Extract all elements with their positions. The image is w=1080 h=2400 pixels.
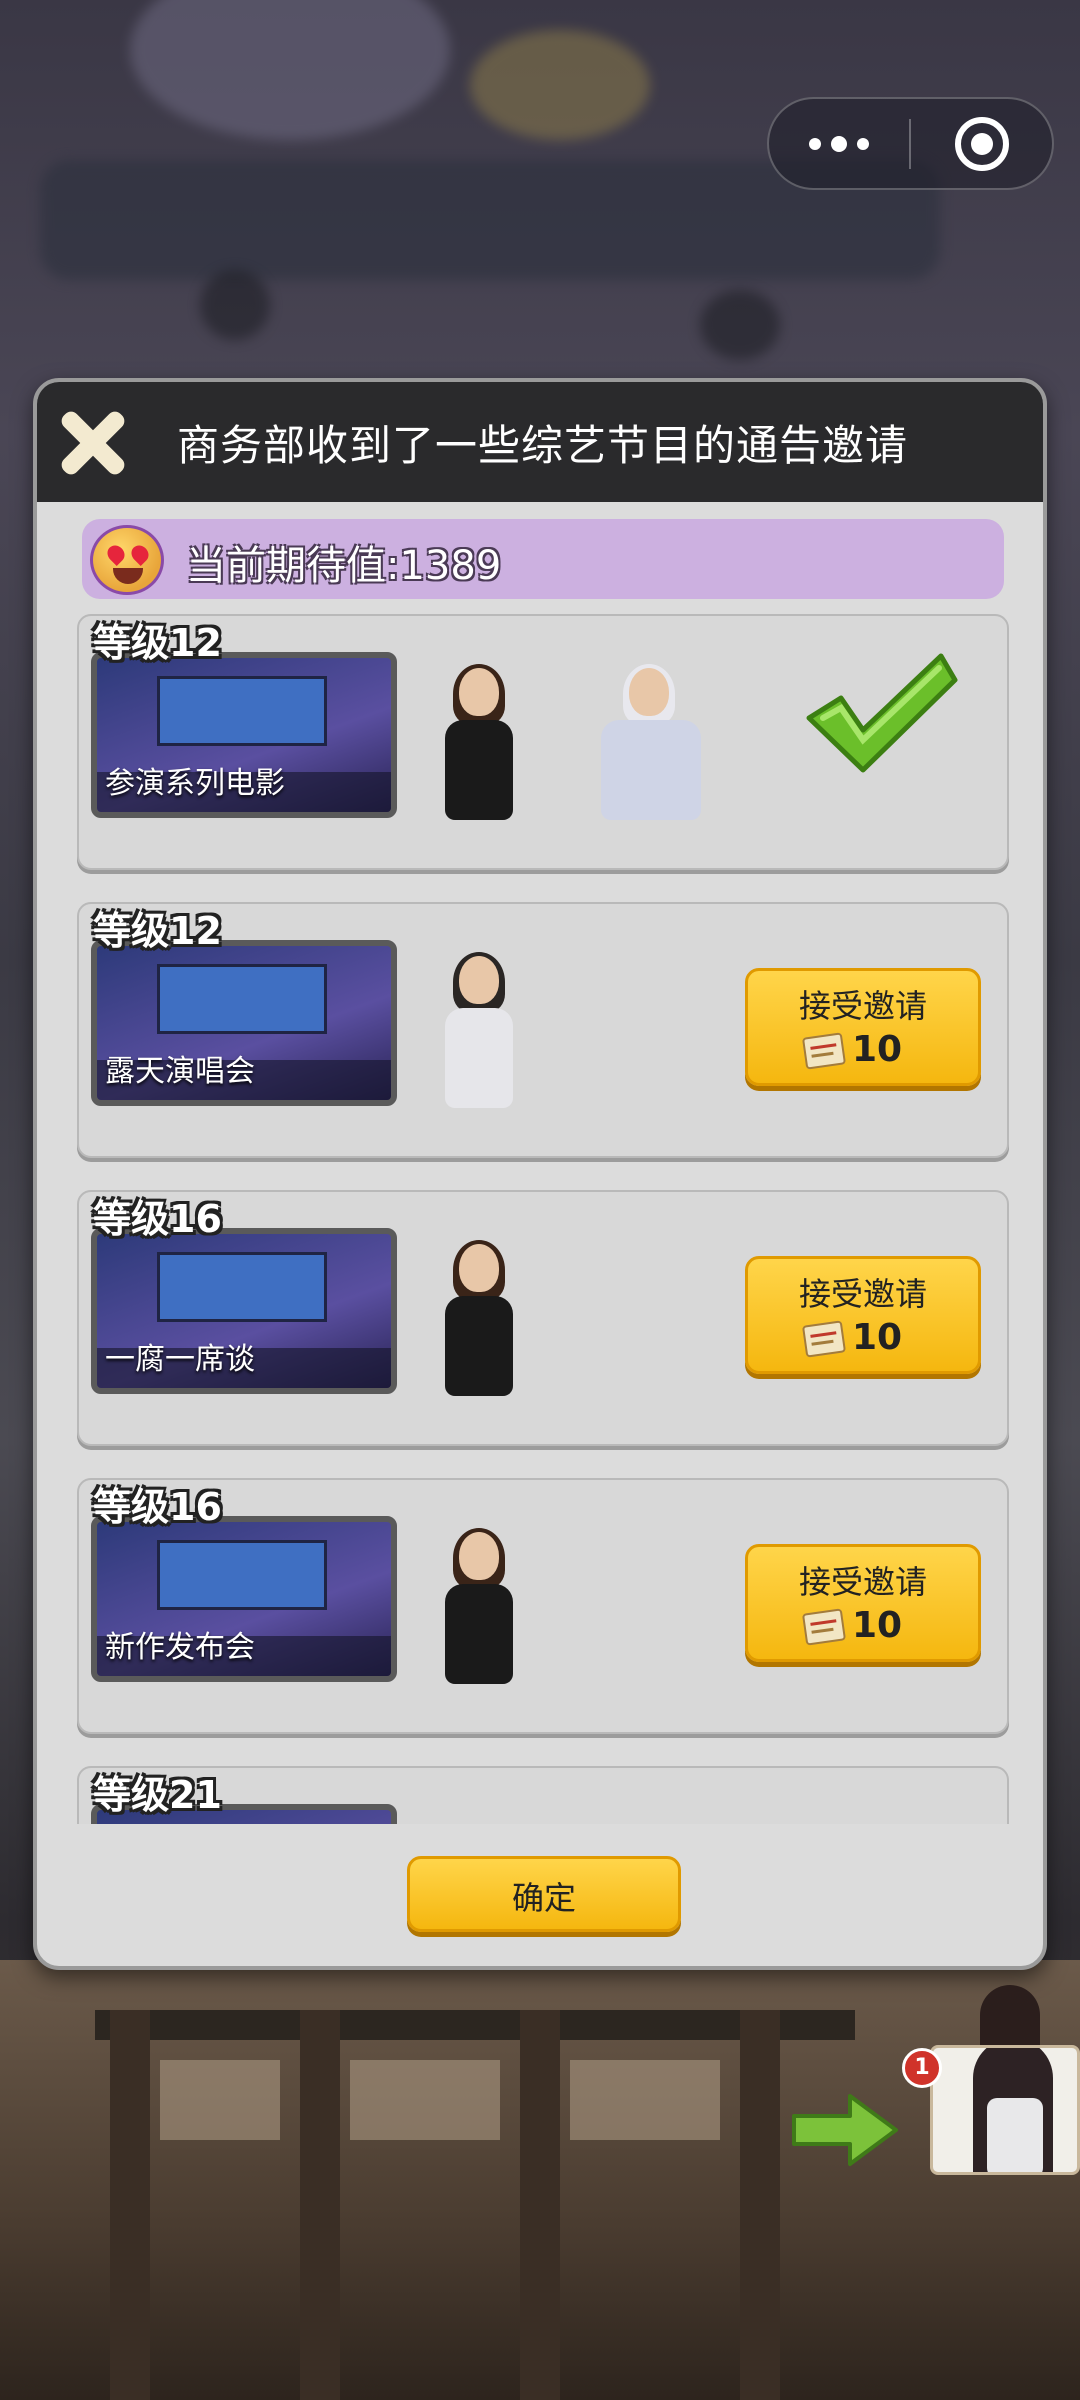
background-post — [740, 2010, 780, 2400]
female-black-dress-icon — [431, 1240, 527, 1400]
female-black-dress-icon — [431, 1528, 527, 1688]
level-label: 等级12 — [93, 621, 222, 665]
invitation-dialog: 商务部收到了一些综艺节目的通告邀请 当前期待值:1389 等级12 参演系列电影… — [33, 378, 1047, 1970]
invitation-card: 等级12 露天演唱会 接受邀请 10 — [77, 902, 1009, 1158]
cost-value: 10 — [852, 1029, 903, 1070]
check-icon — [806, 653, 958, 773]
ticket-icon — [801, 1320, 847, 1358]
exit-miniprogram-button[interactable] — [911, 99, 1052, 188]
dot-icon — [831, 135, 847, 152]
level-label: 等级12 — [93, 909, 222, 953]
event-thumbnail: 参演系列电影 — [91, 652, 397, 818]
background-shape — [200, 270, 270, 340]
accept-invitation-button[interactable]: 接受邀请 10 — [745, 968, 981, 1086]
invitation-card: 等级16 一腐一席谈 接受邀请 10 — [77, 1190, 1009, 1446]
event-name: 露天演唱会 — [105, 1054, 255, 1089]
miniprogram-capsule — [767, 97, 1054, 190]
notification-badge: 1 — [902, 2048, 942, 2088]
invitation-card: 等级16 新作发布会 接受邀请 10 — [77, 1478, 1009, 1734]
level-label: 等级16 — [93, 1197, 222, 1241]
accept-invitation-button[interactable]: 接受邀请 10 — [745, 1544, 981, 1662]
ticket-icon — [801, 1608, 847, 1646]
accept-invitation-button[interactable]: 接受邀请 10 — [745, 1256, 981, 1374]
caped-male-icon — [601, 664, 701, 824]
level-label: 等级21 — [93, 1773, 222, 1817]
event-name: 参演系列电影 — [105, 766, 285, 801]
cost-value: 10 — [852, 1317, 903, 1358]
invitation-card: 等级21 — [77, 1766, 1009, 1824]
expectation-bar: 当前期待值:1389 — [82, 519, 1004, 599]
ticket-icon — [801, 1032, 847, 1070]
event-name: 一腐一席谈 — [105, 1342, 255, 1377]
background-window — [160, 2060, 280, 2140]
heart-eyes-emoji-icon — [90, 525, 164, 595]
dialog-title: 商务部收到了一些综艺节目的通告邀请 — [177, 421, 909, 470]
arrow-right-icon — [792, 2094, 898, 2166]
background-post — [110, 2010, 150, 2400]
background-post — [520, 2010, 560, 2400]
background-window — [570, 2060, 720, 2140]
invitation-list[interactable]: 等级12 参演系列电影 等级12 露天演唱会 接受邀请 10 等级16 一腐一席… — [77, 614, 1009, 1824]
expectation-value: 当前期待值:1389 — [186, 543, 502, 589]
event-thumbnail: 露天演唱会 — [91, 940, 397, 1106]
cost-value: 10 — [852, 1605, 903, 1646]
background-shape — [700, 290, 780, 360]
guide-character-card[interactable] — [930, 2045, 1080, 2175]
more-options-button[interactable] — [769, 99, 909, 188]
dot-icon — [809, 137, 821, 150]
event-thumbnail: 新作发布会 — [91, 1516, 397, 1682]
invitation-card: 等级12 参演系列电影 — [77, 614, 1009, 870]
target-icon — [954, 116, 1009, 171]
male-white-suit-icon — [431, 952, 527, 1112]
guide-character-body — [987, 2098, 1043, 2172]
dot-icon — [857, 137, 869, 150]
confirm-button[interactable]: 确定 — [407, 1856, 681, 1932]
background-window — [350, 2060, 500, 2140]
background-shape — [470, 30, 650, 140]
close-icon[interactable] — [57, 407, 127, 477]
event-name: 新作发布会 — [105, 1630, 255, 1665]
background-post — [300, 2010, 340, 2400]
event-thumbnail: 一腐一席谈 — [91, 1228, 397, 1394]
female-black-dress-icon — [431, 664, 527, 824]
dialog-header: 商务部收到了一些综艺节目的通告邀请 — [37, 382, 1043, 502]
background-shape — [130, 0, 450, 140]
level-label: 等级16 — [93, 1485, 222, 1529]
